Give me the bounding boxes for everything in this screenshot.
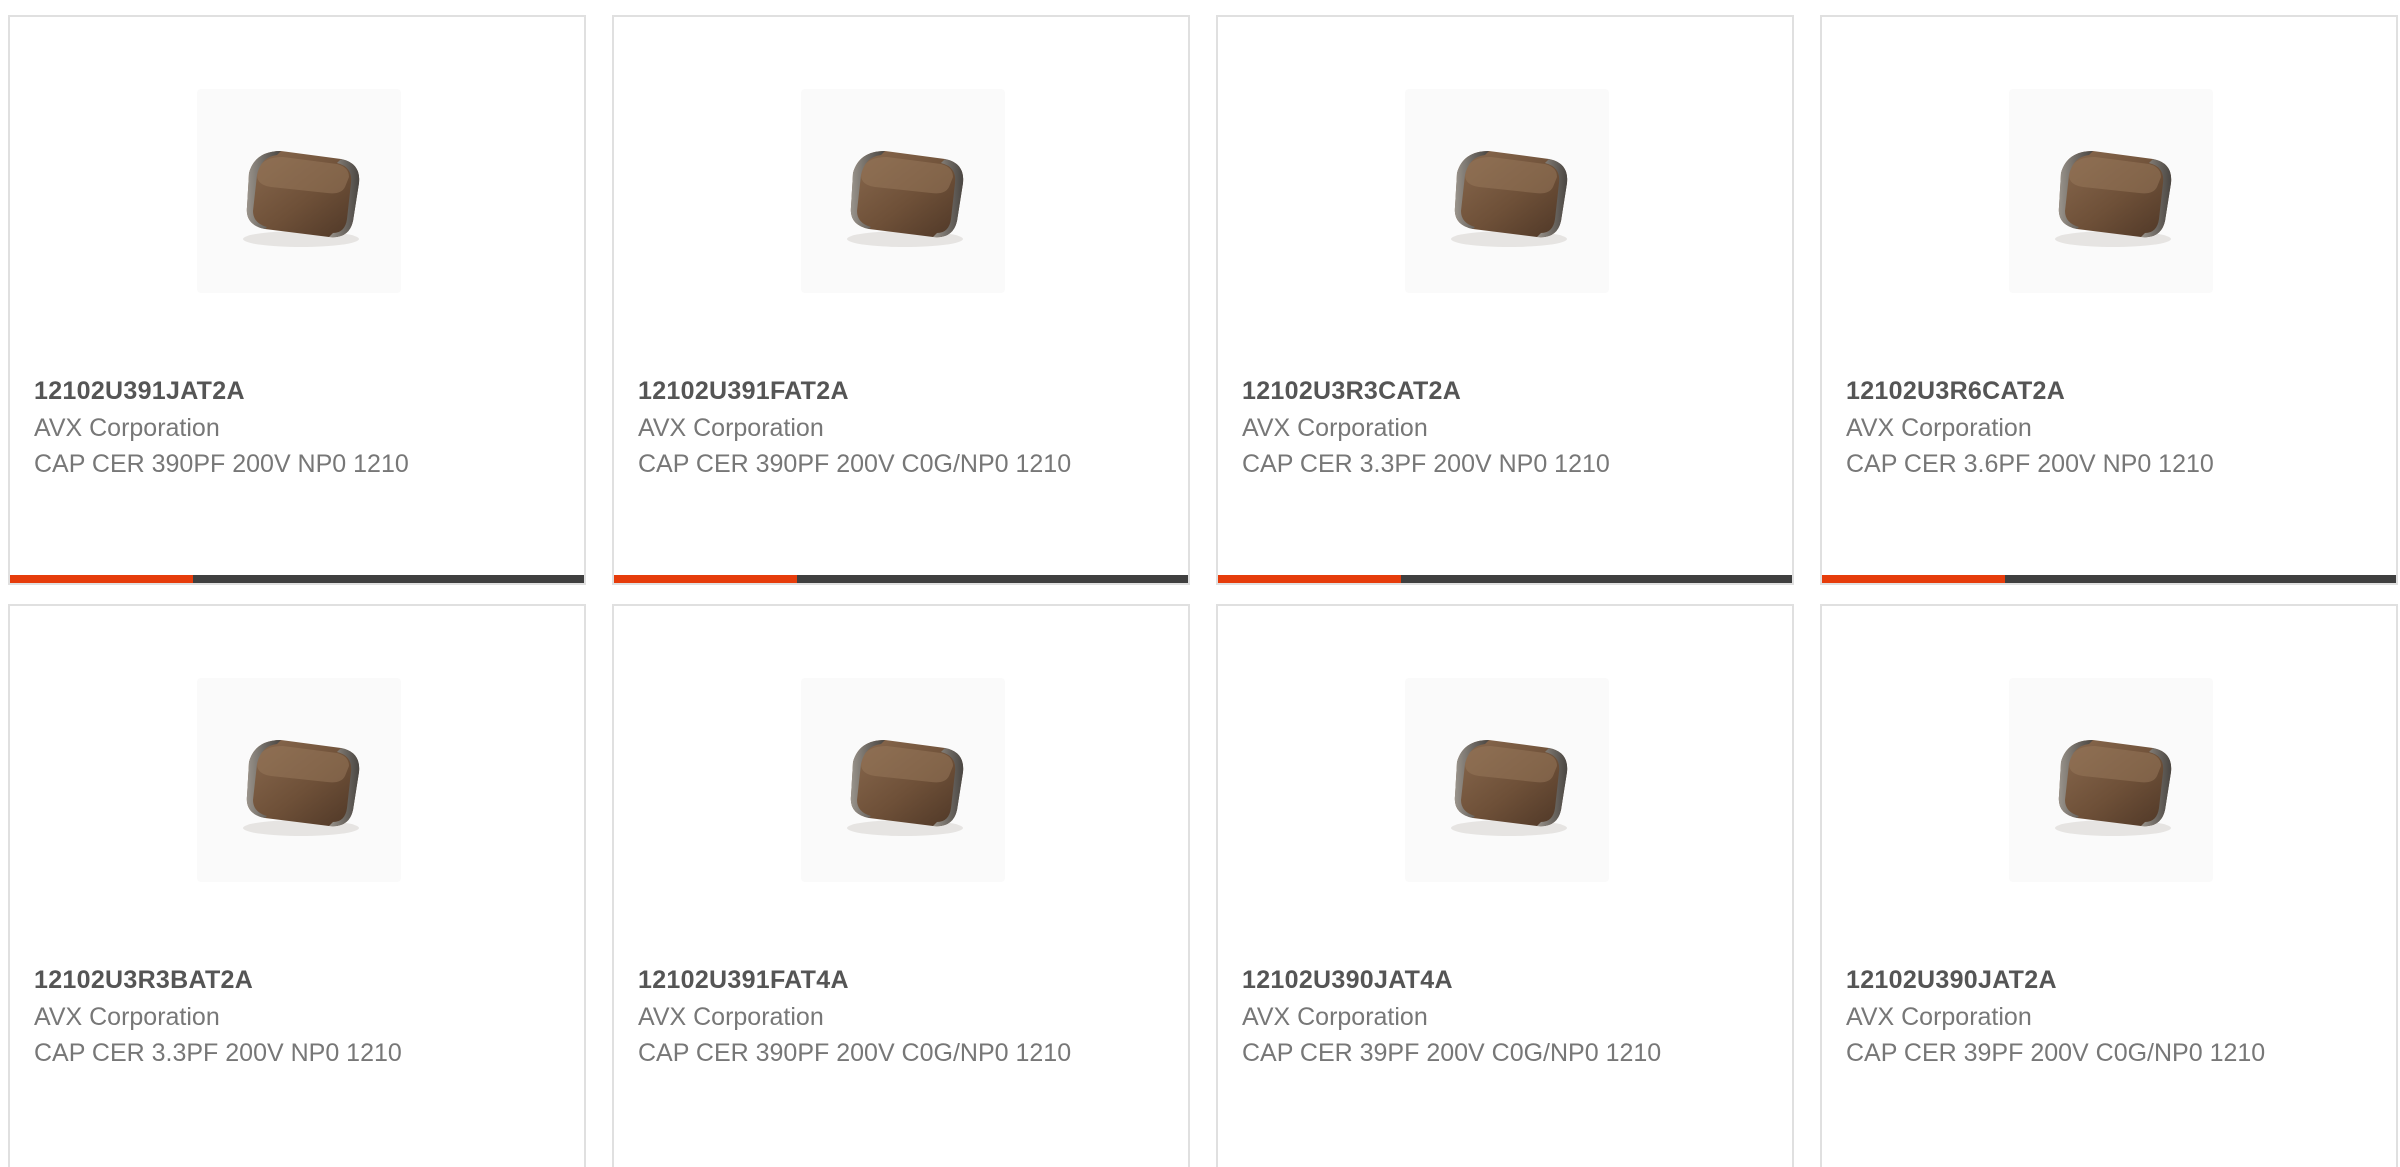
product-image[interactable] [2009,678,2213,882]
ceramic-capacitor-chip-icon [847,151,964,247]
part-number[interactable]: 12102U391JAT2A [34,373,504,410]
card-accent-bar [10,575,584,583]
description: CAP CER 390PF 200V C0G/NP0 1210 [638,450,1072,478]
part-number[interactable]: 12102U391FAT4A [638,962,1108,999]
card-accent-bar [1822,575,2396,583]
manufacturer: AVX Corporation [1242,414,1428,442]
product-image[interactable] [1405,678,1609,882]
product-image[interactable] [197,89,401,293]
product-card[interactable]: 12102U3R3BAT2A AVX Corporation CAP CER 3… [8,604,586,1167]
product-image[interactable] [801,678,1005,882]
product-card[interactable]: 12102U391JAT2A AVX Corporation CAP CER 3… [8,15,586,585]
card-accent-bar [614,575,1188,583]
product-info: 12102U391FAT2A AVX Corporation CAP CER 3… [638,373,1108,482]
accent-segment [10,575,193,583]
part-number[interactable]: 12102U390JAT2A [1846,962,2316,999]
product-info: 12102U3R3BAT2A AVX Corporation CAP CER 3… [34,962,504,1071]
description: CAP CER 3.3PF 200V NP0 1210 [1242,450,1610,478]
product-card[interactable]: 12102U390JAT2A AVX Corporation CAP CER 3… [1820,604,2398,1167]
manufacturer: AVX Corporation [1242,1003,1428,1031]
product-card[interactable]: 12102U3R6CAT2A AVX Corporation CAP CER 3… [1820,15,2398,585]
card-accent-bar [1218,575,1792,583]
product-image[interactable] [2009,89,2213,293]
product-info: 12102U3R3CAT2A AVX Corporation CAP CER 3… [1242,373,1712,482]
manufacturer: AVX Corporation [34,414,220,442]
product-card[interactable]: 12102U391FAT2A AVX Corporation CAP CER 3… [612,15,1190,585]
product-image[interactable] [197,678,401,882]
product-info: 12102U3R6CAT2A AVX Corporation CAP CER 3… [1846,373,2316,482]
description: CAP CER 39PF 200V C0G/NP0 1210 [1846,1039,2266,1067]
manufacturer: AVX Corporation [638,1003,824,1031]
accent-segment [614,575,797,583]
ceramic-capacitor-chip-icon [1451,151,1568,247]
accent-segment [1822,575,2005,583]
ceramic-capacitor-chip-icon [2055,740,2172,836]
manufacturer: AVX Corporation [1846,1003,2032,1031]
part-number[interactable]: 12102U3R3CAT2A [1242,373,1712,410]
description: CAP CER 39PF 200V C0G/NP0 1210 [1242,1039,1662,1067]
product-info: 12102U390JAT4A AVX Corporation CAP CER 3… [1242,962,1712,1071]
description: CAP CER 3.3PF 200V NP0 1210 [34,1039,402,1067]
ceramic-capacitor-chip-icon [847,740,964,836]
part-number[interactable]: 12102U3R3BAT2A [34,962,504,999]
manufacturer: AVX Corporation [34,1003,220,1031]
description: CAP CER 390PF 200V NP0 1210 [34,450,409,478]
product-card[interactable]: 12102U391FAT4A AVX Corporation CAP CER 3… [612,604,1190,1167]
manufacturer: AVX Corporation [1846,414,2032,442]
product-card[interactable]: 12102U3R3CAT2A AVX Corporation CAP CER 3… [1216,15,1794,585]
product-info: 12102U391FAT4A AVX Corporation CAP CER 3… [638,962,1108,1071]
product-grid: 12102U391JAT2A AVX Corporation CAP CER 3… [0,0,2400,1167]
accent-segment [1218,575,1401,583]
product-info: 12102U391JAT2A AVX Corporation CAP CER 3… [34,373,504,482]
description: CAP CER 390PF 200V C0G/NP0 1210 [638,1039,1072,1067]
part-number[interactable]: 12102U391FAT2A [638,373,1108,410]
description: CAP CER 3.6PF 200V NP0 1210 [1846,450,2214,478]
part-number[interactable]: 12102U390JAT4A [1242,962,1712,999]
product-info: 12102U390JAT2A AVX Corporation CAP CER 3… [1846,962,2316,1071]
product-card[interactable]: 12102U390JAT4A AVX Corporation CAP CER 3… [1216,604,1794,1167]
ceramic-capacitor-chip-icon [243,151,360,247]
manufacturer: AVX Corporation [638,414,824,442]
ceramic-capacitor-chip-icon [2055,151,2172,247]
part-number[interactable]: 12102U3R6CAT2A [1846,373,2316,410]
product-image[interactable] [801,89,1005,293]
ceramic-capacitor-chip-icon [1451,740,1568,836]
product-image[interactable] [1405,89,1609,293]
ceramic-capacitor-chip-icon [243,740,360,836]
